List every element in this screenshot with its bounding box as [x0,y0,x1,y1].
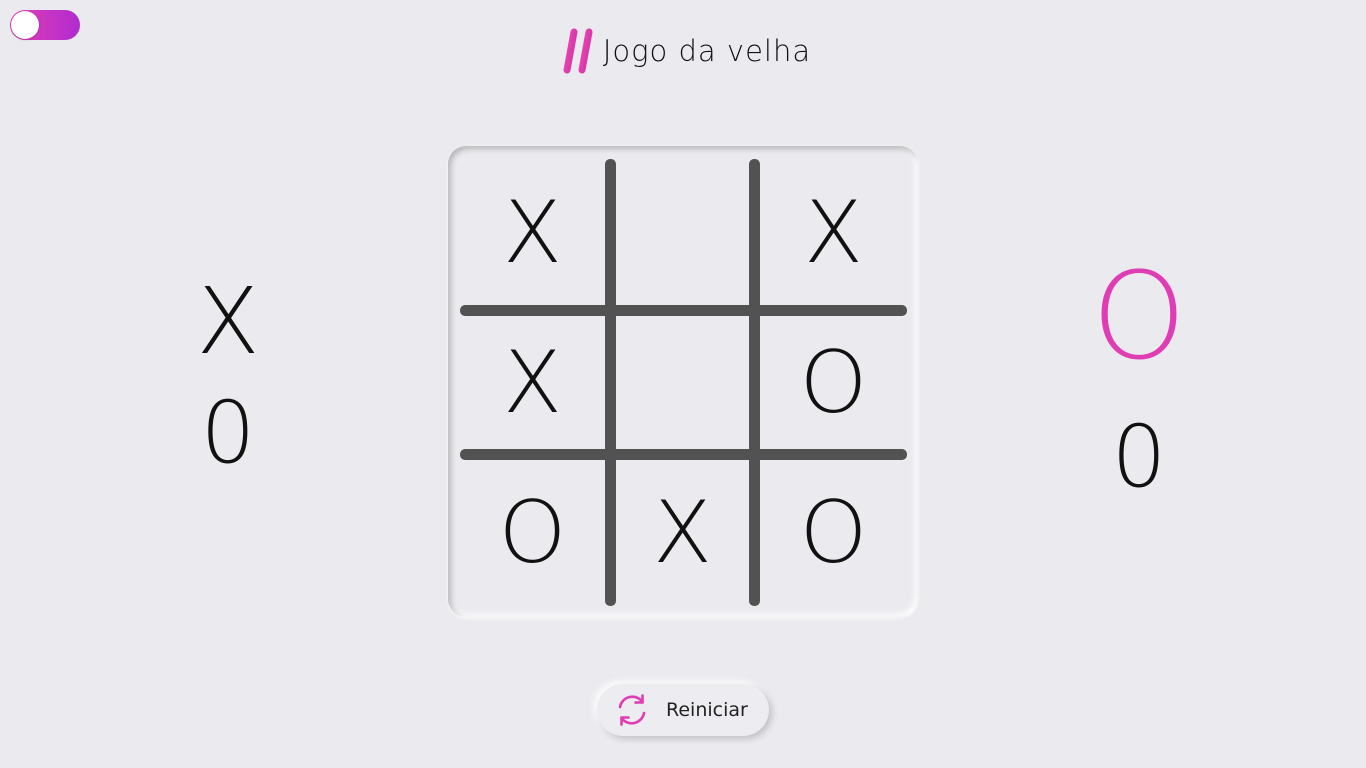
hash-icon [554,28,601,74]
restart-button[interactable]: Reiniciar [597,684,769,736]
page-title: Jogo da velha [602,34,812,68]
player-x-panel: X 0 [168,268,288,483]
header: Jogo da velha [0,28,1366,74]
board-cell-5[interactable] [616,316,749,449]
board-cell-4[interactable]: X [460,316,605,449]
tic-tac-toe-page: Jogo da velha X 0 O 0 X X X O O X O Rein… [0,0,1366,768]
grid-line-vertical-1 [605,159,616,606]
board-cell-2[interactable] [616,160,749,305]
board-cell-9[interactable]: O [760,460,907,606]
restart-label: Reiniciar [666,699,748,721]
board-cell-1[interactable]: X [460,160,605,305]
refresh-icon [618,694,646,726]
player-o-score: 0 [1111,407,1167,507]
board-cell-6[interactable]: O [760,316,907,449]
player-o-panel: O 0 [1079,248,1199,507]
grid-line-vertical-2 [749,159,760,606]
board-cell-7[interactable]: O [460,460,605,606]
board-cell-3[interactable]: X [760,160,907,305]
grid-line-horizontal-2 [460,449,907,460]
grid-line-horizontal-1 [460,305,907,316]
player-o-mark: O [1091,248,1187,387]
player-x-score: 0 [200,383,256,483]
player-x-mark: X [196,268,260,375]
board-cell-8[interactable]: X [616,460,749,606]
